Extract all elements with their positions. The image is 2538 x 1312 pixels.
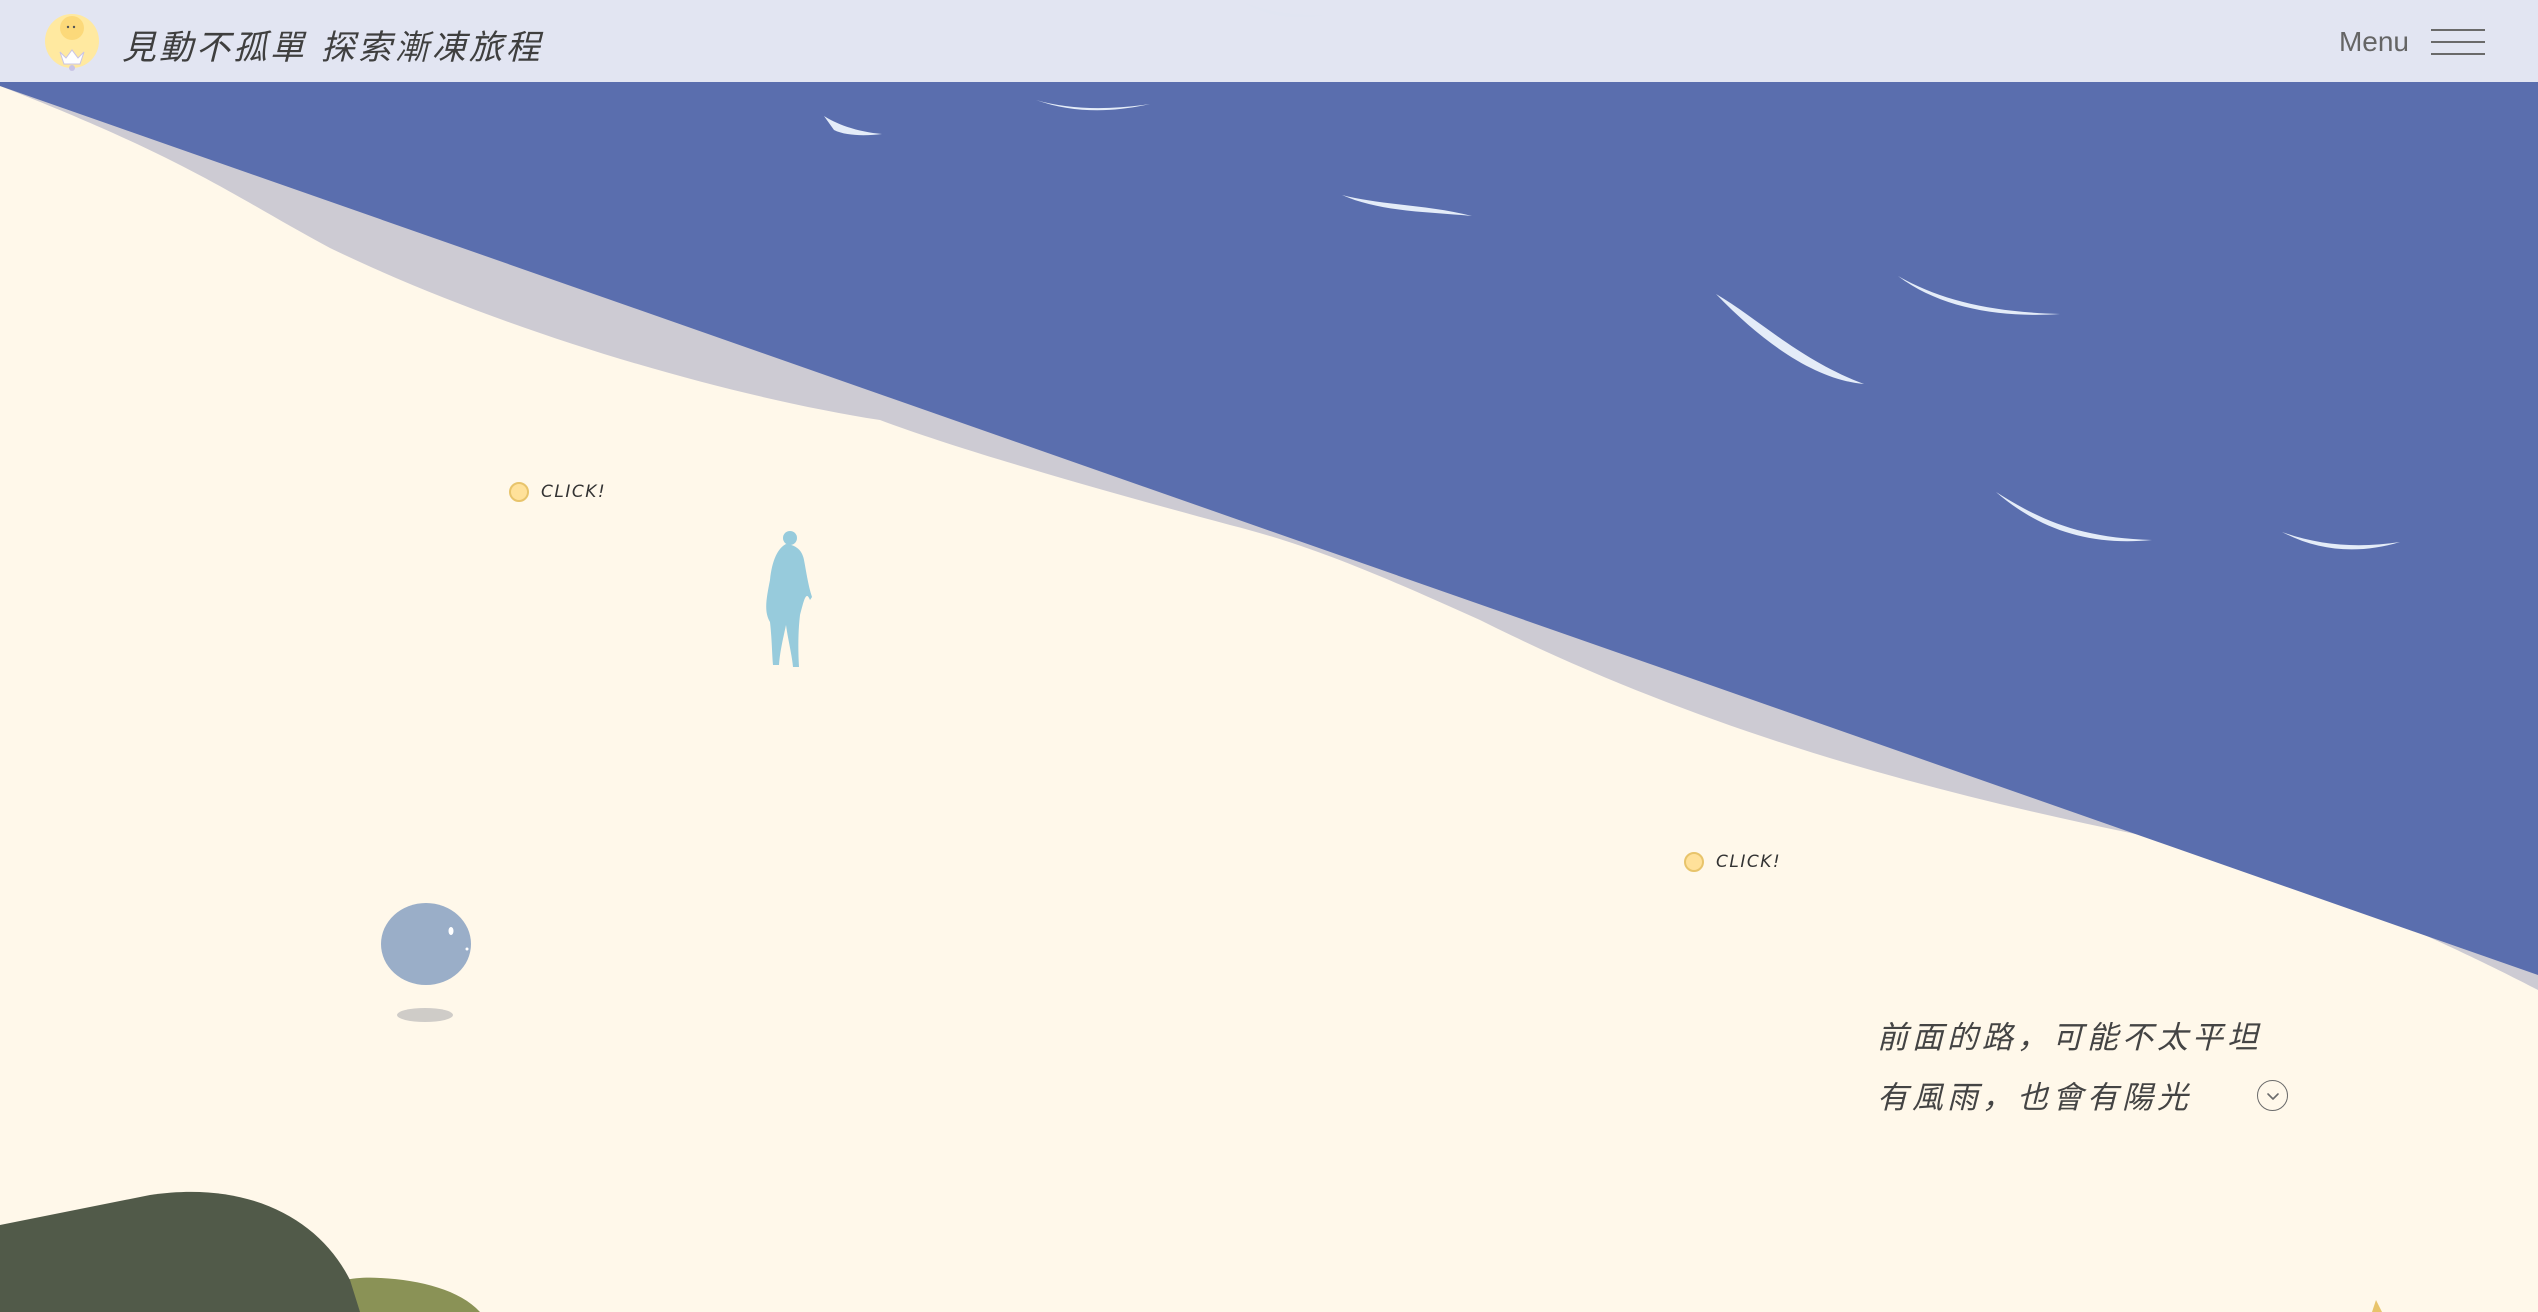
- page: 見動不孤單 探索漸凍旅程 Menu CLICK! CLICK! 前面的路，可能不…: [0, 0, 2538, 1312]
- click-hotspot[interactable]: CLICK!: [1684, 852, 1781, 872]
- hotspot-dot-icon: [1684, 852, 1704, 872]
- site-title[interactable]: 見動不孤單 探索漸凍旅程: [122, 20, 543, 69]
- hotspot-label: CLICK!: [1716, 852, 1782, 872]
- story-text: 前面的路，可能不太平坦 有風雨，也會有陽光: [1877, 1008, 2262, 1128]
- logo[interactable]: [34, 6, 108, 74]
- story-line: 有風雨，也會有陽光: [1877, 1080, 2192, 1116]
- click-hotspot[interactable]: CLICK!: [509, 482, 606, 502]
- menu-button[interactable]: Menu: [2339, 24, 2485, 60]
- story-line: 前面的路，可能不太平坦: [1877, 1020, 2262, 1056]
- site-header: 見動不孤單 探索漸凍旅程 Menu: [0, 0, 2538, 82]
- sun-flower-logo-icon: [45, 14, 99, 71]
- scroll-down-button[interactable]: [2257, 1080, 2288, 1111]
- hotspot-dot-icon: [509, 482, 529, 502]
- chevron-down-icon: [2266, 1092, 2279, 1100]
- menu-label: Menu: [2338, 26, 2409, 57]
- hamburger-icon: [2431, 29, 2485, 55]
- hotspot-label: CLICK!: [541, 482, 607, 502]
